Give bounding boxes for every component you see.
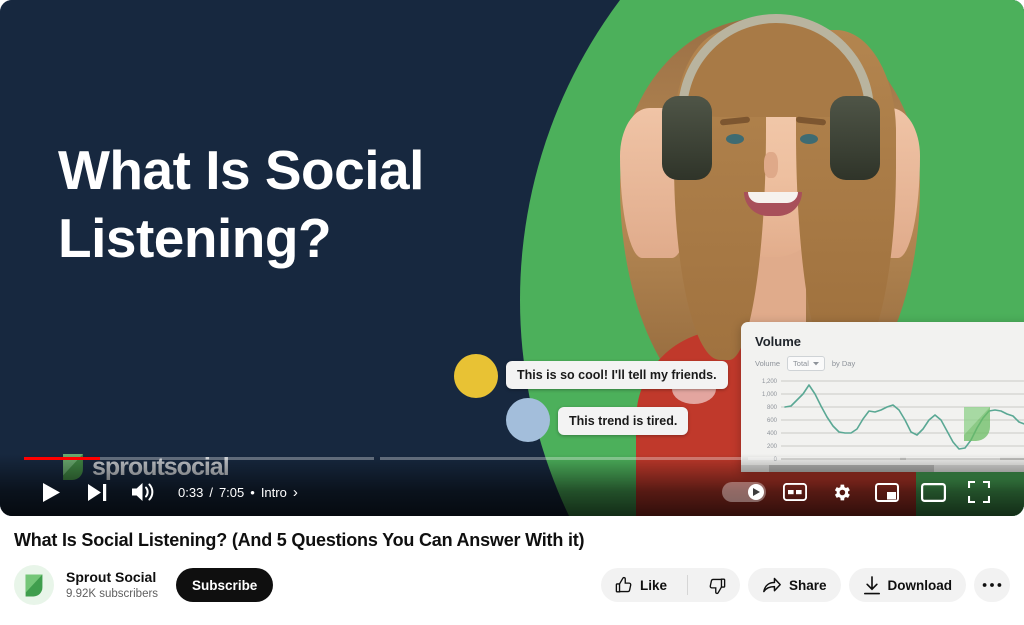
volume-chart-card: Volume Volume Total by Day <box>741 322 1024 472</box>
fullscreen-button[interactable] <box>956 470 1002 514</box>
chapter-separator: • <box>250 485 255 500</box>
thumbs-down-icon <box>708 576 727 595</box>
volume-button[interactable] <box>120 470 166 514</box>
svg-text:800: 800 <box>767 405 778 411</box>
headphones-earcup-left <box>662 96 712 180</box>
like-label: Like <box>640 578 667 593</box>
share-label: Share <box>789 578 827 593</box>
download-button[interactable]: Download <box>849 568 967 602</box>
progress-bar[interactable] <box>0 454 1024 462</box>
share-arrow-icon <box>762 576 782 594</box>
more-actions-button[interactable] <box>974 568 1010 602</box>
chapter-title[interactable]: Intro <box>261 485 287 500</box>
chart-title: Volume <box>755 334 1024 349</box>
video-headline: What Is Social Listening? <box>58 136 424 272</box>
theater-mode-button[interactable] <box>910 470 956 514</box>
channel-info[interactable]: Sprout Social 9.92K subscribers <box>14 565 158 605</box>
progress-chapter-4[interactable] <box>906 457 1000 460</box>
like-button[interactable]: Like <box>601 568 680 602</box>
action-buttons: Like Share <box>601 568 1010 602</box>
like-dislike-group: Like <box>601 568 740 602</box>
chart-aggregation-select[interactable]: Total <box>787 356 825 371</box>
channel-and-actions-row: Sprout Social 9.92K subscribers Subscrib… <box>14 565 1010 605</box>
thumbs-up-icon <box>614 576 633 595</box>
sprout-leaf-icon <box>23 573 45 598</box>
chart-aggregation-value: Total <box>793 359 809 368</box>
ellipsis-icon <box>982 582 1002 588</box>
subscribe-button[interactable]: Subscribe <box>176 568 273 602</box>
video-player[interactable]: What Is Social Listening? This is so c <box>0 0 1024 516</box>
avatar[interactable] <box>14 565 54 605</box>
settings-gear-icon[interactable] <box>818 470 864 514</box>
video-meta: What Is Social Listening? (And 5 Questio… <box>0 516 1024 605</box>
chart-metric-label: Volume <box>755 359 780 368</box>
player-controls[interactable]: 0:33 / 7:05 • Intro › <box>0 454 1024 516</box>
autoplay-knob-play-icon <box>748 484 764 500</box>
svg-text:1,000: 1,000 <box>762 392 778 398</box>
chart-controls: Volume Total by Day <box>755 356 1024 371</box>
play-button[interactable] <box>28 470 74 514</box>
headphones-earcup-right <box>830 96 880 180</box>
chevron-down-icon <box>813 362 819 366</box>
chat-bubble-2: This trend is tired. <box>558 407 688 435</box>
like-dislike-divider <box>687 575 688 595</box>
progress-chapter-3[interactable] <box>748 457 900 460</box>
chart-y-axis-ticks: 1,200 1,000 800 600 400 200 0 <box>762 379 778 463</box>
presenter-eye-left <box>726 134 744 144</box>
current-time: 0:33 <box>178 485 203 500</box>
progress-chapter-2[interactable] <box>380 457 742 460</box>
channel-name[interactable]: Sprout Social <box>66 568 158 586</box>
svg-text:200: 200 <box>767 444 778 450</box>
captions-button[interactable] <box>772 470 818 514</box>
chat-avatar-blue <box>506 398 550 442</box>
download-label: Download <box>888 578 953 593</box>
subscriber-count: 9.92K subscribers <box>66 586 158 602</box>
svg-text:600: 600 <box>767 418 778 424</box>
next-video-button[interactable] <box>74 470 120 514</box>
chat-bubble-1: This is so cool! I'll tell my friends. <box>506 361 728 389</box>
miniplayer-button[interactable] <box>864 470 910 514</box>
video-stage[interactable]: What Is Social Listening? This is so c <box>0 0 1024 516</box>
total-duration: 7:05 <box>219 485 244 500</box>
chart-interval-label: by Day <box>832 359 855 368</box>
share-button[interactable]: Share <box>748 568 841 602</box>
dislike-button[interactable] <box>695 568 740 602</box>
chat-avatar-yellow <box>454 354 498 398</box>
autoplay-toggle[interactable] <box>722 482 766 502</box>
time-separator: / <box>209 485 213 500</box>
page-title: What Is Social Listening? (And 5 Questio… <box>14 530 1010 551</box>
progress-chapter-1[interactable] <box>24 457 374 460</box>
chapter-chevron-icon[interactable]: › <box>293 484 298 501</box>
progress-played-1 <box>24 457 100 460</box>
download-icon <box>863 576 881 595</box>
presenter-eye-right <box>800 134 818 144</box>
presenter-nose <box>764 152 778 178</box>
svg-text:1,200: 1,200 <box>762 379 778 385</box>
svg-text:400: 400 <box>767 431 778 437</box>
time-and-chapter-display: 0:33 / 7:05 • Intro › <box>178 484 298 501</box>
